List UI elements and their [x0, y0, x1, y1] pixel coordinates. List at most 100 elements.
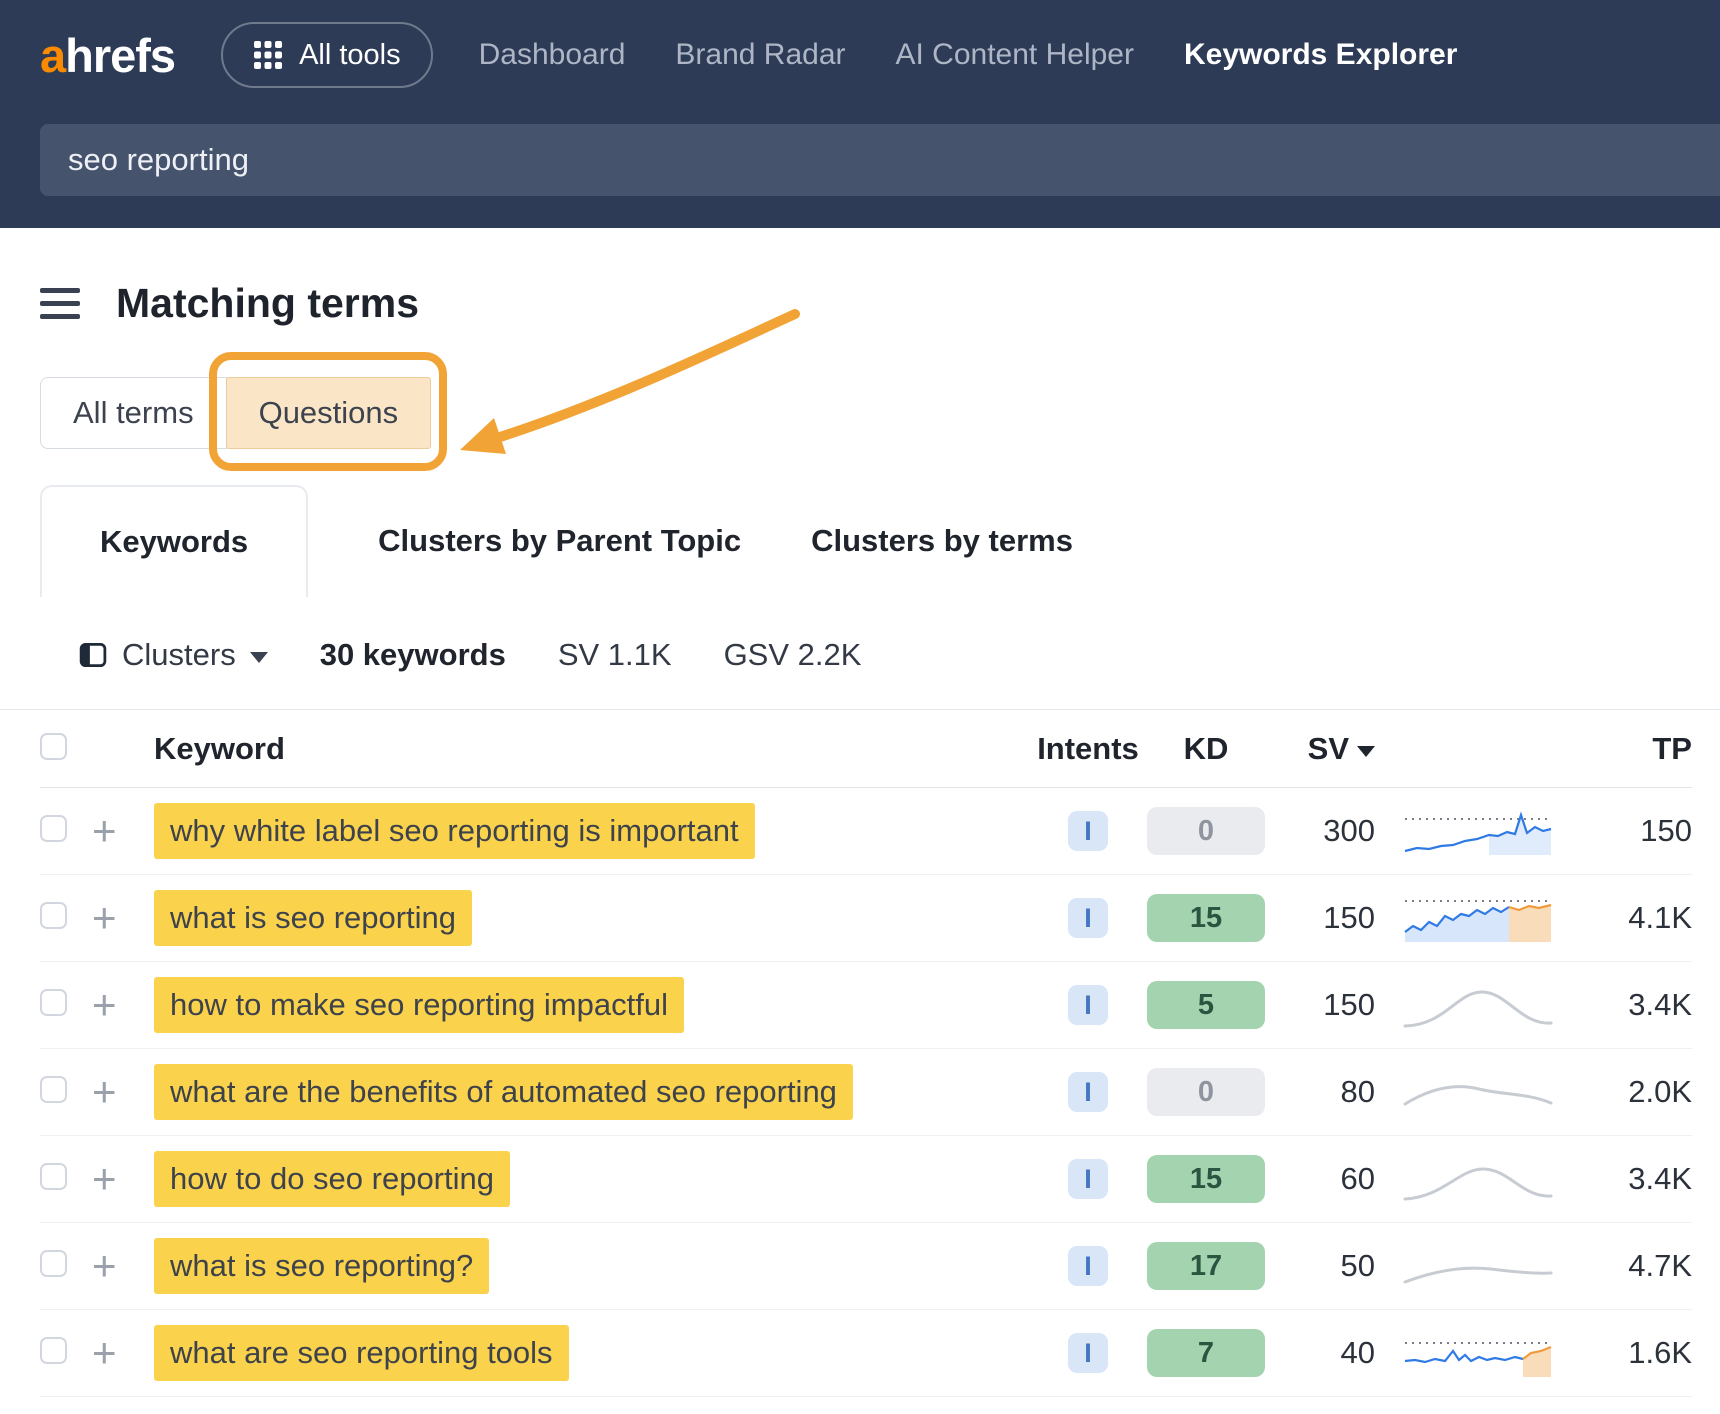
clusters-dropdown[interactable]: Clusters	[78, 637, 268, 673]
kd-badge: 17	[1147, 1242, 1265, 1290]
app: ahrefs All tools Dashboard Brand Radar A…	[0, 0, 1720, 1414]
table-body: why white label seo reporting is importa…	[40, 788, 1692, 1397]
column-keyword[interactable]: Keyword	[142, 731, 1029, 767]
row-checkbox[interactable]	[40, 902, 67, 929]
keyword-text[interactable]: what are seo reporting tools	[154, 1325, 569, 1381]
trend-sparkline	[1375, 979, 1580, 1031]
all-tools-button[interactable]: All tools	[221, 22, 433, 88]
tp-value: 4.1K	[1580, 900, 1692, 936]
keyword-text[interactable]: what are the benefits of automated seo r…	[154, 1064, 853, 1120]
tp-value: 3.4K	[1580, 987, 1692, 1023]
tp-value: 1.6K	[1580, 1335, 1692, 1371]
gsv-total: GSV 2.2K	[724, 637, 862, 673]
keywords-count: 30 keywords	[320, 637, 506, 673]
nav-keywords-explorer[interactable]: Keywords Explorer	[1184, 38, 1457, 72]
sv-value: 60	[1265, 1161, 1375, 1197]
add-to-list-icon[interactable]	[92, 984, 142, 1026]
column-sv[interactable]: SV	[1265, 731, 1375, 767]
trend-sparkline	[1375, 1327, 1580, 1379]
add-to-list-icon[interactable]	[92, 1332, 142, 1374]
row-checkbox[interactable]	[40, 1337, 67, 1364]
sv-total: SV 1.1K	[558, 637, 672, 673]
page-title: Matching terms	[116, 280, 419, 327]
row-checkbox[interactable]	[40, 989, 67, 1016]
filter-all-terms[interactable]: All terms	[40, 377, 227, 449]
sv-value: 150	[1265, 900, 1375, 936]
logo-rest: hrefs	[65, 29, 175, 82]
intent-badge[interactable]: I	[1068, 1159, 1108, 1199]
trend-sparkline	[1375, 1153, 1580, 1205]
grid-icon	[253, 40, 283, 70]
table-row: how to make seo reporting impactful I 5 …	[40, 962, 1692, 1049]
intent-badge[interactable]: I	[1068, 1333, 1108, 1373]
keyword-text[interactable]: what is seo reporting	[154, 890, 472, 946]
chevron-down-icon	[250, 652, 268, 663]
kd-badge: 0	[1147, 1068, 1265, 1116]
ahrefs-logo[interactable]: ahrefs	[40, 28, 175, 83]
table-row: how to do seo reporting I 15 60 3.4K	[40, 1136, 1692, 1223]
nav-brand-radar[interactable]: Brand Radar	[675, 38, 845, 72]
kd-badge: 15	[1147, 894, 1265, 942]
sv-value: 40	[1265, 1335, 1375, 1371]
tab-keywords[interactable]: Keywords	[40, 485, 308, 597]
main-nav: Dashboard Brand Radar AI Content Helper …	[479, 38, 1458, 72]
table-toolbar: Clusters 30 keywords SV 1.1K GSV 2.2K	[40, 637, 1692, 673]
keyword-text[interactable]: what is seo reporting?	[154, 1238, 489, 1294]
nav-dashboard[interactable]: Dashboard	[479, 38, 626, 72]
result-tabs: Keywords Clusters by Parent Topic Cluste…	[40, 485, 1692, 597]
add-to-list-icon[interactable]	[92, 1245, 142, 1287]
table-row: what are seo reporting tools I 7 40 1.6K	[40, 1310, 1692, 1397]
sv-value: 150	[1265, 987, 1375, 1023]
row-checkbox[interactable]	[40, 815, 67, 842]
clusters-icon	[78, 640, 108, 670]
trend-sparkline	[1375, 805, 1580, 857]
tab-clusters-by-parent-topic[interactable]: Clusters by Parent Topic	[378, 485, 741, 597]
tp-value: 150	[1580, 813, 1692, 849]
select-all-checkbox[interactable]	[40, 733, 67, 760]
column-intents[interactable]: Intents	[1029, 731, 1147, 767]
add-to-list-icon[interactable]	[92, 1071, 142, 1113]
clusters-label: Clusters	[122, 637, 236, 673]
table-row: what is seo reporting? I 17 50 4.7K	[40, 1223, 1692, 1310]
logo-accent: a	[40, 29, 65, 82]
table-row: what are the benefits of automated seo r…	[40, 1049, 1692, 1136]
kd-badge: 7	[1147, 1329, 1265, 1377]
add-to-list-icon[interactable]	[92, 1158, 142, 1200]
tab-clusters-by-terms[interactable]: Clusters by terms	[811, 485, 1073, 597]
keyword-text[interactable]: how to make seo reporting impactful	[154, 977, 684, 1033]
filter-questions[interactable]: Questions	[226, 377, 432, 449]
intent-badge[interactable]: I	[1068, 811, 1108, 851]
kd-badge: 15	[1147, 1155, 1265, 1203]
sort-desc-icon	[1357, 746, 1375, 757]
all-tools-label: All tools	[299, 39, 401, 72]
terms-filter-group: All terms Questions	[40, 377, 1692, 449]
add-to-list-icon[interactable]	[92, 810, 142, 852]
row-checkbox[interactable]	[40, 1163, 67, 1190]
add-to-list-icon[interactable]	[92, 897, 142, 939]
column-kd[interactable]: KD	[1147, 731, 1265, 767]
table-row: why white label seo reporting is importa…	[40, 788, 1692, 875]
intent-badge[interactable]: I	[1068, 1072, 1108, 1112]
intent-badge[interactable]: I	[1068, 1246, 1108, 1286]
keyword-text[interactable]: why white label seo reporting is importa…	[154, 803, 755, 859]
sv-value: 50	[1265, 1248, 1375, 1284]
top-navbar: ahrefs All tools Dashboard Brand Radar A…	[0, 0, 1720, 110]
row-checkbox[interactable]	[40, 1076, 67, 1103]
sv-value: 80	[1265, 1074, 1375, 1110]
intent-badge[interactable]: I	[1068, 985, 1108, 1025]
nav-ai-content-helper[interactable]: AI Content Helper	[896, 38, 1134, 72]
trend-sparkline	[1375, 1240, 1580, 1292]
table-header: Keyword Intents KD SV TP	[40, 710, 1692, 788]
kd-badge: 0	[1147, 807, 1265, 855]
trend-sparkline	[1375, 1066, 1580, 1118]
table-row: what is seo reporting I 15 150 4.1K	[40, 875, 1692, 962]
keyword-search-input[interactable]: seo reporting	[40, 124, 1720, 196]
search-bar: seo reporting	[0, 110, 1720, 228]
sv-value: 300	[1265, 813, 1375, 849]
menu-icon[interactable]	[40, 288, 80, 319]
keyword-text[interactable]: how to do seo reporting	[154, 1151, 510, 1207]
row-checkbox[interactable]	[40, 1250, 67, 1277]
intent-badge[interactable]: I	[1068, 898, 1108, 938]
column-tp[interactable]: TP	[1580, 731, 1692, 767]
main-content: Matching terms All terms Questions Keywo…	[0, 280, 1720, 1397]
